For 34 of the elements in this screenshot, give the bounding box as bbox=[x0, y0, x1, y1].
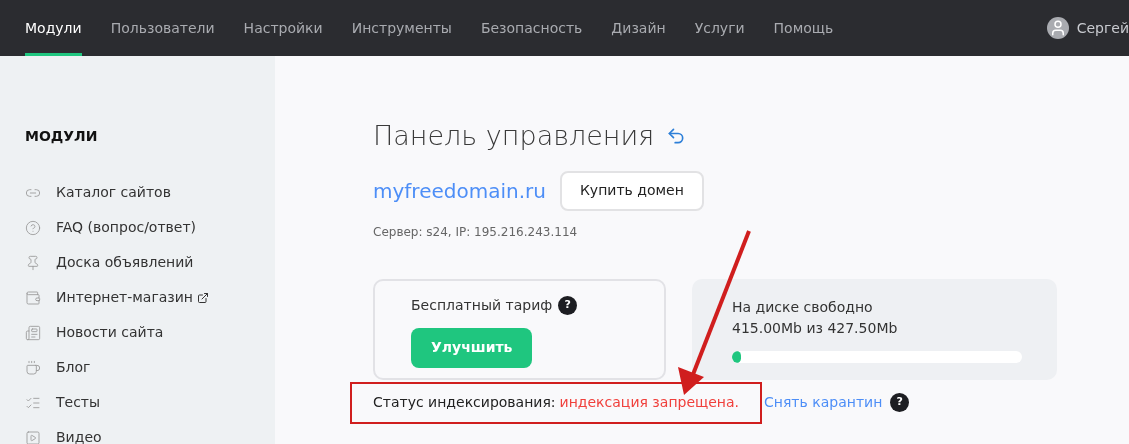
nav-tab[interactable]: Безопасность bbox=[480, 0, 583, 56]
nav-tab[interactable]: Пользователи bbox=[110, 0, 215, 56]
sidebar-title: МОДУЛИ bbox=[25, 127, 99, 146]
user-name[interactable]: Сергей bbox=[1076, 17, 1129, 39]
disk-reading: 415.00Mb из 427.50Mb bbox=[732, 318, 899, 338]
question-icon bbox=[25, 219, 41, 236]
disk-label: На диске свободно bbox=[732, 297, 874, 317]
sidebar-link[interactable]: Блог bbox=[56, 357, 91, 378]
sidebar-link[interactable]: Новости сайта bbox=[56, 322, 164, 343]
server-info: Сервер: s24, IP: 195.216.243.114 bbox=[373, 223, 579, 241]
help-badge[interactable]: ? bbox=[558, 295, 578, 315]
play-icon bbox=[25, 429, 41, 444]
newspaper-icon bbox=[25, 324, 41, 341]
pin-icon bbox=[25, 254, 41, 271]
wallet-icon bbox=[25, 289, 41, 306]
page-title: Панель управления bbox=[373, 119, 655, 153]
status-label: Статус индексирования: bbox=[373, 393, 556, 412]
plan-label: Бесплатный тариф bbox=[411, 295, 553, 315]
cup-icon bbox=[25, 359, 41, 376]
nav-tab[interactable]: Услуги bbox=[694, 0, 745, 56]
avatar-icon[interactable] bbox=[1046, 17, 1069, 39]
sidebar-link[interactable]: Видео bbox=[56, 427, 102, 444]
sidebar-link[interactable]: Доска объявлений bbox=[56, 252, 194, 273]
nav-tab[interactable]: Инструменты bbox=[351, 0, 452, 56]
status-value: индексация запрещена. bbox=[559, 393, 739, 412]
nav-tab[interactable]: Настройки bbox=[243, 0, 323, 56]
sidebar-link[interactable]: Тесты bbox=[56, 392, 101, 413]
nav-tab[interactable]: Дизайн bbox=[611, 0, 666, 56]
sidebar-link[interactable]: Интернет-магазин bbox=[56, 287, 194, 308]
sidebar-link[interactable]: FAQ (вопрос/ответ) bbox=[56, 217, 197, 238]
nav-tab[interactable]: Помощь bbox=[773, 0, 834, 56]
buy-domain-button[interactable]: Купить домен bbox=[559, 170, 704, 211]
sidebar-link[interactable]: Каталог сайтов bbox=[56, 182, 171, 203]
help-badge[interactable]: ? bbox=[890, 393, 910, 412]
